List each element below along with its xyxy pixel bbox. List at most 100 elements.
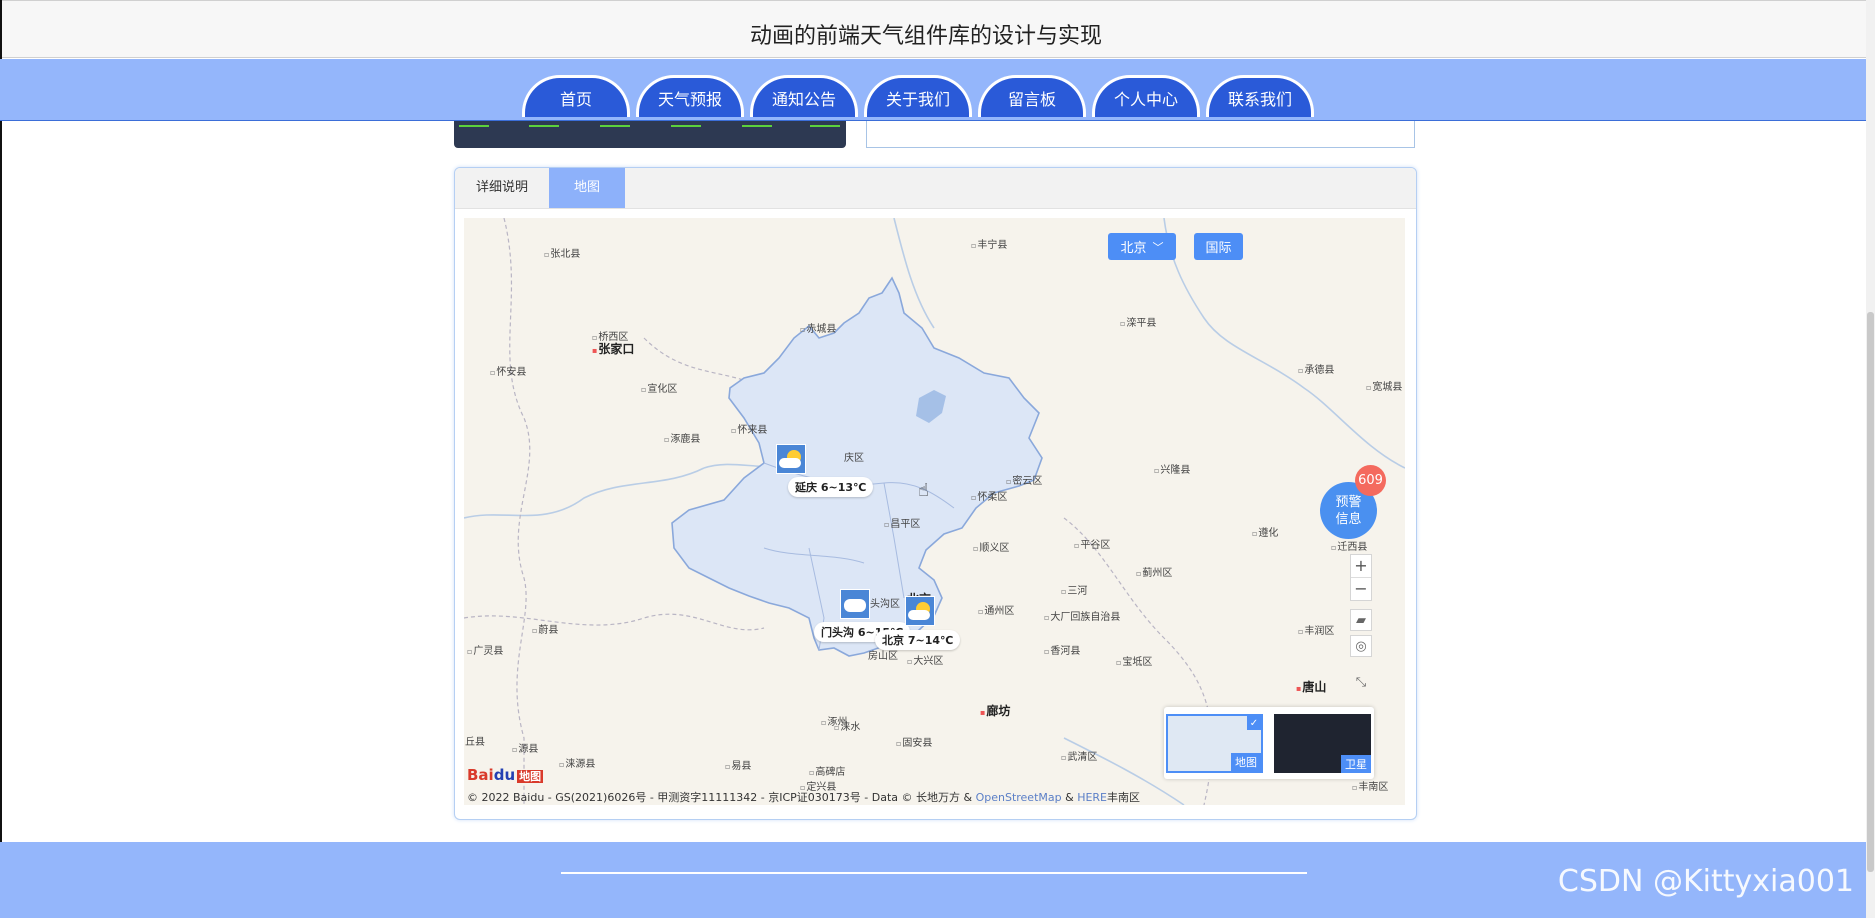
csdn-watermark: CSDN @Kittyxia001 (1557, 864, 1854, 899)
place-label: 庆区 (844, 453, 864, 464)
zoom-control: + − (1350, 554, 1372, 601)
place-label: 涿鹿县 (664, 430, 700, 445)
page-footer: CSDN @Kittyxia001 (0, 842, 1866, 918)
baidu-map-logo[interactable]: Baidu 地图 (467, 766, 544, 784)
cloudy-icon[interactable] (840, 589, 870, 619)
logo-text-suffix: 地图 (517, 770, 544, 783)
chart-line-segment (600, 125, 630, 127)
fullscreen-icon[interactable]: ⤡ (1350, 671, 1372, 693)
nav-item-home[interactable]: 首页 (522, 75, 630, 117)
nav-bar: 首页 天气预报 通知公告 关于我们 留言板 个人中心 联系我们 (0, 59, 1866, 121)
chart-line-segment (742, 125, 772, 127)
map-panel: 详细说明 地图 ▫ 张北县 ▫ 丰宁县 ▫ 赤城县 ▫ 滦平县 ▫ 桥西区 ▪ … (454, 167, 1417, 820)
alert-count-badge: 609 (1355, 465, 1386, 496)
place-label: 顺义区 (973, 539, 1009, 554)
tab-map[interactable]: 地图 (549, 168, 625, 208)
cloud-shape (844, 599, 866, 612)
place-label: 张北县 (544, 245, 580, 260)
map-type-switch: ✓ 地图 卫星 (1164, 707, 1374, 779)
title-bar: 动画的前端天气组件库的设计与实现 (0, 0, 1872, 58)
place-label: 丘县 (465, 737, 485, 748)
china-map-icon[interactable]: ▰ (1350, 609, 1372, 631)
chart-line-segment (671, 125, 701, 127)
place-label: 迁西县 (1331, 538, 1367, 553)
zoom-out-button[interactable]: − (1351, 577, 1371, 600)
place-label: 三河 (1061, 582, 1087, 597)
place-label-city: 张家口 (592, 340, 634, 357)
place-label: 大兴区 (907, 652, 943, 667)
place-label: 蔚县 (532, 621, 558, 636)
place-label: 源县 (512, 740, 538, 755)
place-label: 固安县 (896, 734, 932, 749)
partly-cloudy-icon[interactable] (905, 596, 935, 626)
place-label: 涞源县 (559, 755, 595, 770)
nav-item-profile[interactable]: 个人中心 (1092, 75, 1200, 117)
partly-cloudy-icon[interactable] (776, 444, 806, 474)
place-label: 滦平县 (1120, 314, 1156, 329)
nav-item-forecast[interactable]: 天气预报 (636, 75, 744, 117)
nav-item-notices[interactable]: 通知公告 (750, 75, 858, 117)
map-layer-option[interactable]: ✓ 地图 (1166, 714, 1263, 773)
tab-details[interactable]: 详细说明 (455, 168, 549, 208)
place-label: 宣化区 (641, 380, 677, 395)
alert-label-line2: 信息 (1335, 511, 1362, 527)
footer-divider (561, 872, 1307, 874)
province-border (503, 218, 531, 805)
province-border (464, 613, 765, 631)
place-label: 丰宁县 (971, 236, 1007, 251)
chevron-down-icon: ﹀ (1152, 240, 1164, 254)
copyright-and: & (1061, 791, 1078, 804)
map-copyright: © 2022 Baidu - GS(2021)6026号 - 甲测资字11111… (467, 789, 1140, 805)
cloud-shape (779, 458, 801, 468)
zoom-in-button[interactable]: + (1351, 555, 1371, 577)
place-label: 广灵县 (467, 642, 503, 657)
logo-text-bai: Bai (467, 766, 494, 784)
place-label: 涿州 (821, 713, 847, 728)
place-label: 怀安县 (490, 363, 526, 378)
locate-icon[interactable]: ◎ (1350, 635, 1372, 657)
place-label: 平谷区 (1074, 536, 1110, 551)
satellite-layer-option[interactable]: 卫星 (1274, 714, 1371, 773)
place-label: 丰润区 (1298, 622, 1334, 637)
nav-tabs: 首页 天气预报 通知公告 关于我们 留言板 个人中心 联系我们 (522, 75, 1314, 117)
place-label: 通州区 (978, 602, 1014, 617)
copyright-suffix: 丰南区 (1107, 791, 1141, 804)
osm-link[interactable]: OpenStreetMap (976, 791, 1062, 804)
place-label: 密云区 (1006, 472, 1042, 487)
place-label: 怀来县 (731, 421, 767, 436)
panel-tabs: 详细说明 地图 (455, 168, 1416, 209)
place-label-city: 唐山 (1296, 678, 1326, 695)
place-label: 高碑店 (809, 763, 845, 778)
page-scrollbar[interactable] (1866, 0, 1875, 918)
place-label: 昌平区 (884, 515, 920, 530)
chart-line-segment (459, 125, 489, 127)
place-label: 承德县 (1298, 361, 1334, 376)
place-label: 赤城县 (800, 320, 836, 335)
scrollbar-thumb[interactable] (1867, 312, 1874, 872)
chart-line-segment (529, 125, 559, 127)
alert-label-line1: 预警 (1335, 494, 1362, 510)
place-label: 丰南区 (1352, 778, 1388, 793)
nav-item-about[interactable]: 关于我们 (864, 75, 972, 117)
site-title: 动画的前端天气组件库的设计与实现 (749, 24, 1102, 49)
place-label: 易县 (725, 757, 751, 772)
place-label-city: 廊坊 (980, 702, 1010, 719)
nav-item-contact[interactable]: 联系我们 (1206, 75, 1314, 117)
weather-marker-label[interactable]: 北京 7~14℃ (875, 630, 961, 650)
region-select-button[interactable]: 北京 ﹀ (1108, 233, 1176, 260)
chart-line-segment (810, 125, 840, 127)
place-label: 宝坻区 (1116, 653, 1152, 668)
weather-map[interactable]: 张北县 丰宁县 赤城县 滦平县 桥西区 张家口 承德县 怀安县 宣化区 宽城县 … (464, 218, 1405, 805)
forecast-chart-strip (454, 121, 846, 148)
logo-text-du: du (493, 766, 516, 784)
region-select-label: 北京 (1120, 241, 1147, 256)
international-button[interactable]: 国际 (1194, 233, 1243, 260)
nav-item-guestbook[interactable]: 留言板 (978, 75, 1086, 117)
place-label: 遵化 (1252, 524, 1278, 539)
window-edge (0, 0, 2, 918)
cloud-shape (908, 610, 930, 620)
weather-marker-label[interactable]: 延庆 6~13℃ (788, 477, 874, 497)
place-label: 怀柔区 (971, 488, 1007, 503)
place-label: 头沟区 (870, 599, 900, 610)
here-link[interactable]: HERE (1077, 791, 1107, 804)
